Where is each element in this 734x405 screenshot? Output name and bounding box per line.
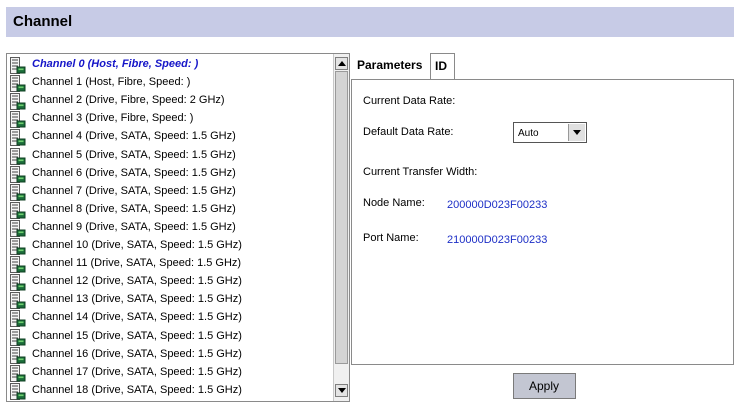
- channel-list-item-label: Channel 14 (Drive, SATA, Speed: 1.5 GHz): [32, 311, 242, 324]
- server-channel-icon: [10, 274, 28, 292]
- scroll-thumb[interactable]: [335, 71, 348, 364]
- node-name-value: 200000D023F00233: [447, 199, 548, 211]
- channel-list-item-label: Channel 13 (Drive, SATA, Speed: 1.5 GHz): [32, 293, 242, 306]
- channel-list-item-label: Channel 12 (Drive, SATA, Speed: 1.5 GHz): [32, 275, 242, 288]
- channel-list-item[interactable]: Channel 2 (Drive, Fibre, Speed: 2 GHz): [7, 92, 332, 111]
- channel-list-scrollbar[interactable]: [333, 54, 349, 401]
- apply-button[interactable]: Apply: [513, 373, 576, 399]
- channel-list-item-label: Channel 0 (Host, Fibre, Speed: ): [32, 58, 199, 70]
- channel-list-item[interactable]: Channel 9 (Drive, SATA, Speed: 1.5 GHz): [7, 219, 332, 237]
- server-channel-icon: [10, 129, 28, 147]
- server-channel-icon: [10, 238, 28, 255]
- server-channel-icon: [10, 183, 28, 201]
- channel-list-item-label: Channel 9 (Drive, SATA, Speed: 1.5 GHz): [32, 220, 236, 233]
- channel-list-item-label: Channel 6 (Drive, SATA, Speed: 1.5 GHz): [32, 166, 236, 179]
- server-channel-icon: [10, 364, 28, 382]
- server-channel-icon: [10, 346, 28, 364]
- node-name-label: Node Name:: [363, 197, 425, 209]
- server-channel-icon: [10, 201, 28, 219]
- channel-list-item[interactable]: Channel 13 (Drive, SATA, Speed: 1.5 GHz): [7, 291, 332, 310]
- page-title: Channel: [13, 13, 73, 30]
- channel-list-item[interactable]: Channel 6 (Drive, SATA, Speed: 1.5 GHz): [7, 165, 332, 183]
- channel-list-item[interactable]: Channel 17 (Drive, SATA, Speed: 1.5 GHz): [7, 364, 332, 382]
- channel-list-item[interactable]: Channel 8 (Drive, SATA, Speed: 1.5 GHz): [7, 201, 332, 219]
- default-data-rate-value: Auto: [518, 128, 539, 139]
- channel-list-item[interactable]: Channel 10 (Drive, SATA, Speed: 1.5 GHz): [7, 237, 332, 255]
- apply-button-label: Apply: [529, 379, 560, 393]
- current-transfer-width-label: Current Transfer Width:: [363, 166, 478, 178]
- server-channel-icon: [10, 147, 28, 165]
- page-header: Channel: [6, 7, 734, 37]
- port-name-label: Port Name:: [363, 232, 419, 244]
- default-data-rate-select[interactable]: Auto: [513, 122, 587, 143]
- server-channel-icon: [10, 256, 28, 274]
- channel-list-item-label: Channel 15 (Drive, SATA, Speed: 1.5 GHz): [32, 329, 242, 342]
- server-channel-icon: [10, 328, 28, 346]
- channel-list-item[interactable]: Channel 14 (Drive, SATA, Speed: 1.5 GHz): [7, 309, 332, 328]
- channel-list-item[interactable]: Channel 7 (Drive, SATA, Speed: 1.5 GHz): [7, 183, 332, 201]
- server-channel-icon: [10, 75, 28, 93]
- channel-list-item-label: Channel 10 (Drive, SATA, Speed: 1.5 GHz): [32, 239, 242, 251]
- channel-list-item[interactable]: Channel 12 (Drive, SATA, Speed: 1.5 GHz): [7, 273, 332, 292]
- dropdown-button[interactable]: [568, 124, 585, 141]
- arrow-up-icon: [338, 61, 346, 66]
- server-channel-icon: [10, 382, 28, 400]
- channel-list-item[interactable]: Channel 4 (Drive, SATA, Speed: 1.5 GHz): [7, 128, 332, 147]
- channel-list-item-label: Channel 11 (Drive, SATA, Speed: 1.5 GHz): [32, 257, 242, 270]
- channel-list[interactable]: Channel 0 (Host, Fibre, Speed: ) Channel …: [6, 53, 350, 402]
- server-channel-icon: [10, 111, 28, 129]
- channel-list-item-label: Channel 1 (Host, Fibre, Speed: ): [32, 76, 191, 89]
- server-channel-icon: [10, 93, 28, 111]
- channel-list-item-label: Channel 18 (Drive, SATA, Speed: 1.5 GHz): [32, 383, 242, 396]
- channel-list-item-label: Channel 5 (Drive, SATA, Speed: 1.5 GHz): [32, 148, 236, 161]
- tab-id[interactable]: ID: [430, 53, 455, 79]
- channel-list-item-label: Channel 2 (Drive, Fibre, Speed: 2 GHz): [32, 94, 225, 107]
- parameters-panel: Current Data Rate: Default Data Rate: Au…: [351, 79, 734, 365]
- default-data-rate-label: Default Data Rate:: [363, 126, 454, 138]
- server-channel-icon: [10, 310, 28, 328]
- channel-list-item[interactable]: Channel 15 (Drive, SATA, Speed: 1.5 GHz): [7, 328, 332, 346]
- channel-list-body: Channel 0 (Host, Fibre, Speed: ) Channel …: [7, 54, 332, 401]
- channel-list-item-label: Channel 8 (Drive, SATA, Speed: 1.5 GHz): [32, 202, 236, 215]
- chevron-down-icon: [573, 130, 581, 135]
- channel-list-item[interactable]: Channel 16 (Drive, SATA, Speed: 1.5 GHz): [7, 346, 332, 364]
- server-channel-icon: [10, 57, 28, 74]
- channel-list-item-label: Channel 7 (Drive, SATA, Speed: 1.5 GHz): [32, 184, 236, 197]
- channel-list-item-label: Channel 3 (Drive, Fibre, Speed: ): [32, 112, 194, 125]
- tab-parameters[interactable]: Parameters: [353, 53, 432, 79]
- server-channel-icon: [10, 165, 28, 183]
- scroll-up-button[interactable]: [335, 57, 348, 70]
- current-data-rate-label: Current Data Rate:: [363, 95, 456, 107]
- server-channel-icon: [10, 292, 28, 310]
- tab-parameters-label: Parameters: [357, 58, 423, 72]
- channel-list-item[interactable]: Channel 0 (Host, Fibre, Speed: ): [7, 56, 332, 74]
- channel-list-item-label: Channel 16 (Drive, SATA, Speed: 1.5 GHz): [32, 347, 242, 360]
- port-name-value: 210000D023F00233: [447, 234, 548, 246]
- channel-list-item-label: Channel 17 (Drive, SATA, Speed: 1.5 GHz): [32, 365, 242, 378]
- channel-list-item[interactable]: Channel 5 (Drive, SATA, Speed: 1.5 GHz): [7, 147, 332, 165]
- scroll-down-button[interactable]: [335, 384, 348, 397]
- server-channel-icon: [10, 219, 28, 237]
- channel-list-item[interactable]: Channel 1 (Host, Fibre, Speed: ): [7, 74, 332, 93]
- tab-id-label: ID: [435, 59, 447, 73]
- channel-list-item[interactable]: Channel 11 (Drive, SATA, Speed: 1.5 GHz): [7, 255, 332, 274]
- channel-list-item[interactable]: Channel 3 (Drive, Fibre, Speed: ): [7, 110, 332, 129]
- channel-list-item[interactable]: Channel 18 (Drive, SATA, Speed: 1.5 GHz): [7, 382, 332, 400]
- arrow-down-icon: [338, 388, 346, 393]
- channel-list-item-label: Channel 4 (Drive, SATA, Speed: 1.5 GHz): [32, 130, 236, 143]
